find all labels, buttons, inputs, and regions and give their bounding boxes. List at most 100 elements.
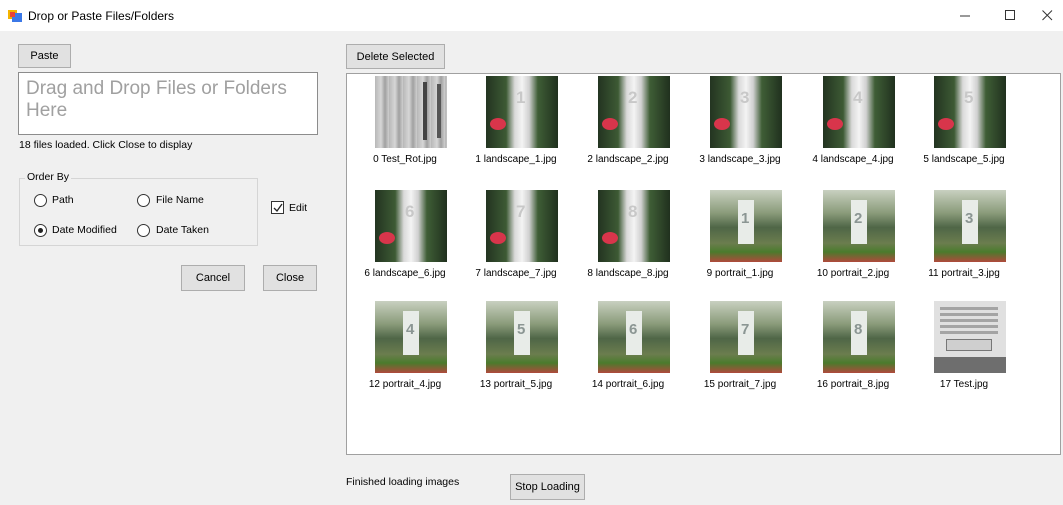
thumbnail-number: 1 [516, 88, 526, 107]
radio-path-label: Path [52, 194, 74, 206]
thumbnail-image: 6 [375, 190, 447, 262]
image-thumbnail[interactable]: 3 3 landscape_3.jpg [690, 76, 790, 165]
thumbnail-caption: 15 portrait_7.jpg [703, 379, 777, 390]
image-thumbnail[interactable]: 1 9 portrait_1.jpg [690, 190, 790, 279]
thumbnail-number: 6 [629, 321, 638, 338]
thumbnail-caption: 17 Test.jpg [939, 379, 989, 390]
thumbnail-number: 4 [853, 88, 863, 107]
thumbnail-image: 3 [710, 76, 782, 148]
thumbnail-number: 2 [628, 88, 638, 107]
thumbnail-number: 2 [854, 210, 863, 227]
order-by-label: Order By [25, 171, 72, 183]
title-bar: Drop or Paste Files/Folders [0, 0, 1063, 31]
thumbnail-caption: 9 portrait_1.jpg [706, 268, 774, 279]
thumbnail-number: 4 [406, 321, 415, 338]
radio-date-modified[interactable] [34, 224, 47, 237]
drop-zone[interactable]: Drag and Drop Files or Folders Here [18, 72, 318, 135]
maximize-icon [1004, 10, 1015, 20]
thumbnail-image: 4 [823, 76, 895, 148]
image-thumbnail[interactable]: 4 12 portrait_4.jpg [355, 301, 455, 390]
thumbnail-image: 5 [934, 76, 1006, 148]
thumbnail-image [375, 76, 447, 148]
thumbnail-caption: 1 landscape_1.jpg [475, 154, 557, 165]
thumbnail-caption: 8 landscape_8.jpg [587, 268, 669, 279]
thumbnail-image: 2 [823, 190, 895, 262]
thumbnail-caption: 11 portrait_3.jpg [928, 268, 1000, 279]
check-icon [273, 203, 283, 212]
thumbnail-caption: 7 landscape_7.jpg [475, 268, 557, 279]
image-thumbnail[interactable]: 7 7 landscape_7.jpg [466, 190, 566, 279]
thumbnail-caption: 5 landscape_5.jpg [923, 154, 1005, 165]
paste-button[interactable]: Paste [18, 44, 71, 68]
thumbnail-image: 5 [486, 301, 558, 373]
thumbnail-image: 1 [710, 190, 782, 262]
image-thumbnail[interactable]: 7 15 portrait_7.jpg [690, 301, 790, 390]
radio-file-name[interactable] [137, 194, 150, 207]
thumbnail-number: 8 [628, 202, 638, 221]
thumbnail-number: 8 [854, 321, 863, 338]
thumbnail-number: 1 [741, 210, 750, 227]
thumbnail-caption: 0 Test_Rot.jpg [373, 154, 437, 165]
image-status: Finished loading images [346, 476, 460, 488]
image-thumbnail[interactable]: 2 2 landscape_2.jpg [578, 76, 678, 165]
thumbnail-caption: 16 portrait_8.jpg [816, 379, 890, 390]
thumbnail-number: 3 [965, 210, 974, 227]
radio-date-taken[interactable] [137, 224, 150, 237]
image-thumbnail[interactable]: 4 4 landscape_4.jpg [803, 76, 903, 165]
maximize-button[interactable] [991, 0, 1029, 31]
close-icon [1041, 10, 1052, 21]
thumbnail-caption: 12 portrait_4.jpg [368, 379, 442, 390]
window-title: Drop or Paste Files/Folders [28, 9, 175, 23]
thumbnail-caption: 4 landscape_4.jpg [812, 154, 894, 165]
thumbnail-number: 7 [516, 202, 526, 221]
thumbnail-image: 8 [823, 301, 895, 373]
radio-file-name-label: File Name [156, 194, 204, 206]
thumbnail-number: 5 [964, 88, 974, 107]
image-thumbnail[interactable]: 2 10 portrait_2.jpg [803, 190, 903, 279]
image-thumbnail[interactable]: 3 11 portrait_3.jpg [914, 190, 1014, 279]
stop-loading-button[interactable]: Stop Loading [510, 474, 585, 500]
thumbnail-number: 3 [740, 88, 750, 107]
image-thumbnail[interactable]: 17 Test.jpg [914, 301, 1014, 390]
thumbnail-image [934, 301, 1006, 373]
image-thumbnail[interactable]: 6 6 landscape_6.jpg [355, 190, 455, 279]
close-window-button[interactable] [1028, 0, 1063, 31]
thumbnail-image: 3 [934, 190, 1006, 262]
radio-path[interactable] [34, 194, 47, 207]
edit-label: Edit [289, 202, 308, 214]
thumbnail-number: 6 [405, 202, 415, 221]
thumbnail-caption: 10 portrait_2.jpg [816, 268, 890, 279]
thumbnail-caption: 6 landscape_6.jpg [364, 268, 446, 279]
thumbnail-image: 6 [598, 301, 670, 373]
thumbnail-caption: 14 portrait_6.jpg [591, 379, 665, 390]
image-thumbnail[interactable]: 1 1 landscape_1.jpg [466, 76, 566, 165]
load-status: 18 files loaded. Click Close to display [19, 139, 193, 151]
thumbnail-image: 7 [710, 301, 782, 373]
cancel-button[interactable]: Cancel [181, 265, 245, 291]
close-button[interactable]: Close [263, 265, 317, 291]
thumbnail-caption: 13 portrait_5.jpg [479, 379, 553, 390]
thumbnail-caption: 3 landscape_3.jpg [699, 154, 781, 165]
radio-date-taken-label: Date Taken [156, 224, 209, 236]
thumbnail-image: 7 [486, 190, 558, 262]
image-thumbnail[interactable]: 0 Test_Rot.jpg [355, 76, 455, 165]
image-thumbnail[interactable]: 5 13 portrait_5.jpg [466, 301, 566, 390]
edit-checkbox[interactable] [271, 201, 284, 214]
radio-date-modified-label: Date Modified [52, 224, 117, 236]
image-thumbnail[interactable]: 8 8 landscape_8.jpg [578, 190, 678, 279]
image-thumbnail[interactable]: 5 5 landscape_5.jpg [914, 76, 1014, 165]
thumbnail-image: 1 [486, 76, 558, 148]
thumbnail-image: 4 [375, 301, 447, 373]
thumbnail-number: 5 [517, 321, 526, 338]
app-window-icon [8, 10, 22, 22]
image-gallery[interactable]: 0 Test_Rot.jpg 1 1 landscape_1.jpg 2 2 lands… [346, 73, 1061, 455]
delete-selected-button[interactable]: Delete Selected [346, 44, 445, 69]
image-thumbnail[interactable]: 8 16 portrait_8.jpg [803, 301, 903, 390]
image-thumbnail[interactable]: 6 14 portrait_6.jpg [578, 301, 678, 390]
minimize-icon [959, 15, 970, 17]
thumbnail-caption: 2 landscape_2.jpg [587, 154, 669, 165]
thumbnail-image: 2 [598, 76, 670, 148]
thumbnail-image: 8 [598, 190, 670, 262]
minimize-button[interactable] [946, 0, 984, 31]
thumbnail-number: 7 [741, 321, 750, 338]
